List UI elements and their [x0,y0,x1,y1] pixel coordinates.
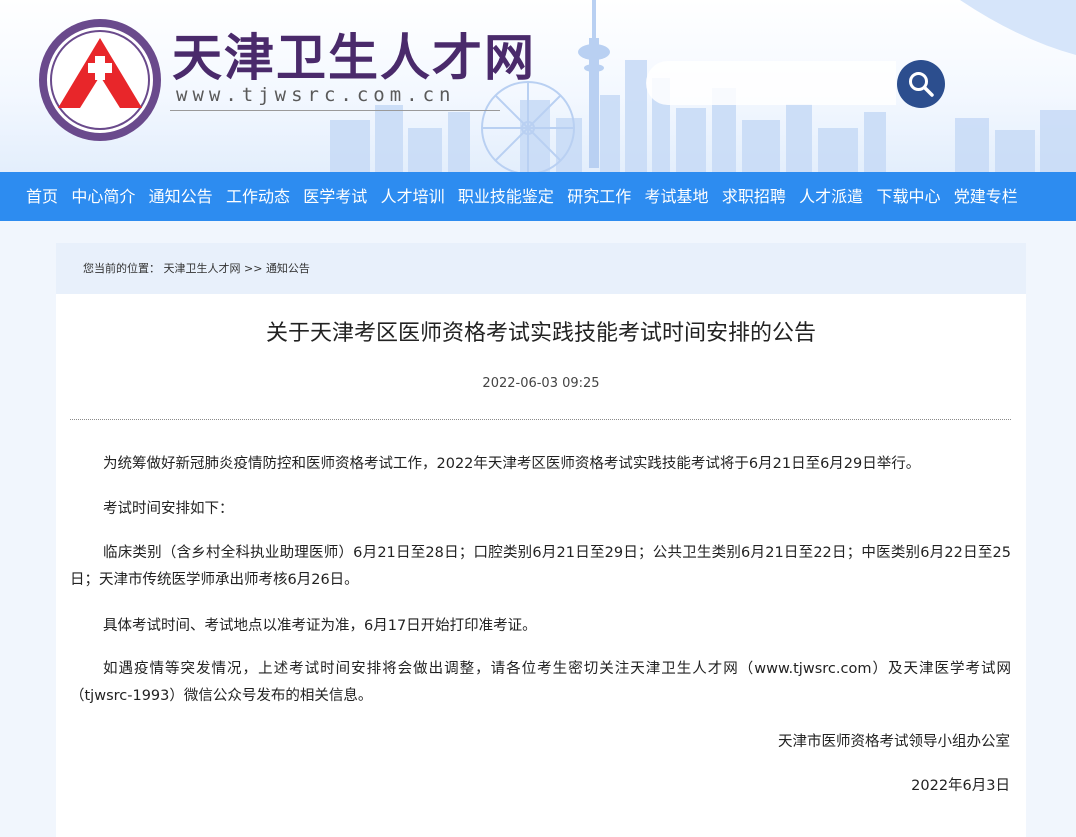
nav-item-jobs[interactable]: 求职招聘 [716,172,792,221]
article-paragraph: 如遇疫情等突发情况，上述考试时间安排将会做出调整，请各位考生密切关注天津卫生人才… [70,661,1011,704]
article-signature: 天津市医师资格考试领导小组办公室 [778,734,1010,750]
breadcrumb-prefix: 您当前的位置： [83,262,160,275]
nav-item-training[interactable]: 人才培训 [375,172,451,221]
main-nav: 首页 中心简介 通知公告 工作动态 医学考试 人才培训 职业技能鉴定 研究工作 … [0,172,1076,221]
site-url-underline [170,110,500,111]
article-paragraph: 具体考试时间、考试地点以准考证为准，6月17日开始打印准考证。 [103,618,537,634]
nav-item-news[interactable]: 工作动态 [220,172,296,221]
nav-item-dispatch[interactable]: 人才派遣 [793,172,869,221]
article-paragraph: 考试时间安排如下： [103,501,234,517]
article-signature-date: 2022年6月3日 [911,778,1010,794]
nav-item-downloads[interactable]: 下载中心 [870,172,946,221]
nav-item-about[interactable]: 中心简介 [65,172,141,221]
cross-house-logo-icon [39,19,161,141]
article-container: 您当前的位置： 天津卫生人才网 >> 通知公告 关于天津考区医师资格考试实践技能… [56,243,1026,837]
article-title: 关于天津考区医师资格考试实践技能考试时间安排的公告 [265,321,816,346]
breadcrumb-current-link[interactable]: 通知公告 [266,262,310,275]
article-paragraph: 为统筹做好新冠肺炎疫情防控和医师资格考试工作，2022年天津考区医师资格考试实践… [103,456,921,472]
nav-item-medical-exam[interactable]: 医学考试 [297,172,373,221]
article-paragraph: 临床类别（含乡村全科执业助理医师）6月21日至28日；口腔类别6月21日至29日… [70,545,1011,588]
article-date: 2022-06-03 09:25 [482,376,600,391]
site-title: 天津卫生人才网 [172,28,536,87]
nav-item-notices[interactable]: 通知公告 [143,172,219,221]
search-input[interactable] [646,61,896,105]
breadcrumb-separator: >> [244,262,263,275]
nav-item-skill-appraisal[interactable]: 职业技能鉴定 [452,172,560,221]
site-url: www.tjwsrc.com.cn [176,84,456,106]
nav-item-party[interactable]: 党建专栏 [948,172,1024,221]
nav-item-exam-base[interactable]: 考试基地 [639,172,715,221]
article-divider [70,419,1011,420]
search-icon [909,72,934,97]
breadcrumb-home-link[interactable]: 天津卫生人才网 [164,262,241,275]
nav-item-research[interactable]: 研究工作 [561,172,637,221]
search-button[interactable] [897,60,945,108]
nav-item-home[interactable]: 首页 [20,172,64,221]
breadcrumb: 您当前的位置： 天津卫生人才网 >> 通知公告 [56,243,1026,294]
site-header: 天津卫生人才网 www.tjwsrc.com.cn [0,0,1076,172]
